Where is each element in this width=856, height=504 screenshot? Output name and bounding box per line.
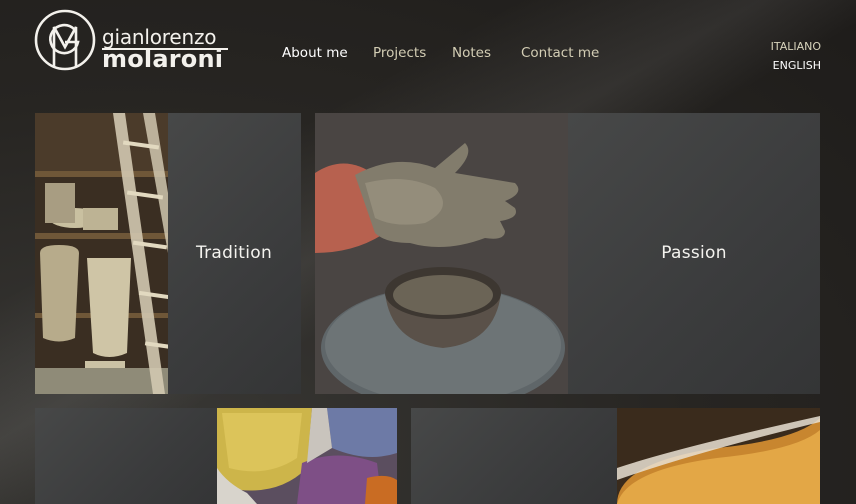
site-logo[interactable]: gianlorenzo molaroni [34, 9, 234, 73]
tile-passion-label: Passion [661, 243, 727, 263]
nav-item-contact-me[interactable]: Contact me [521, 45, 599, 61]
tile-pigments-panel [35, 408, 217, 504]
tile-tradition-panel: Tradition [168, 113, 301, 394]
nav-item-about-me[interactable]: About me [282, 45, 348, 61]
tile-bowl[interactable] [411, 408, 820, 504]
tile-passion[interactable]: Passion [315, 113, 820, 394]
tile-pigments[interactable] [35, 408, 397, 504]
tile-tradition[interactable]: Tradition [35, 113, 301, 394]
brand-last-name: molaroni [102, 45, 224, 73]
language-italiano[interactable]: ITALIANO [771, 37, 821, 56]
nav-item-projects[interactable]: Projects [373, 45, 426, 61]
shelves-of-clay-pots-photo [35, 113, 170, 394]
tile-bowl-panel [411, 408, 617, 504]
amber-glaze-bowl-photo [617, 408, 820, 504]
brand-first-name: gianlorenzo [102, 25, 217, 49]
nav-item-notes[interactable]: Notes [452, 45, 491, 61]
gm-monogram-icon [34, 9, 96, 71]
pigment-bags-photo [217, 408, 397, 504]
tile-tradition-label: Tradition [195, 243, 273, 263]
clay-covered-hand-photo [315, 113, 568, 394]
language-english[interactable]: ENGLISH [771, 56, 821, 75]
language-switcher: ITALIANO ENGLISH [771, 37, 821, 75]
tile-passion-panel: Passion [568, 113, 820, 394]
